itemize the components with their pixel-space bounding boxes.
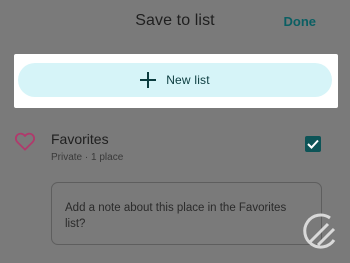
new-list-label: New list <box>166 73 210 87</box>
list-item-subtitle: Private · 1 place <box>51 152 124 163</box>
plus-icon <box>140 72 157 88</box>
note-field[interactable]: Add a note about this place in the Favor… <box>51 182 322 245</box>
new-list-button[interactable]: New list <box>18 63 332 97</box>
favorites-checkbox[interactable] <box>305 136 321 152</box>
header: Save to list Done <box>0 0 350 44</box>
note-placeholder: Add a note about this place in the Favor… <box>65 202 287 230</box>
save-to-list-dialog: Save to list Done New list Favorites Pri… <box>0 0 350 263</box>
checkmark-icon <box>307 139 319 149</box>
done-button[interactable]: Done <box>284 14 317 29</box>
watermark-logo-icon <box>303 213 336 249</box>
list-item-title[interactable]: Favorites <box>51 131 109 147</box>
heart-icon[interactable] <box>14 131 36 151</box>
